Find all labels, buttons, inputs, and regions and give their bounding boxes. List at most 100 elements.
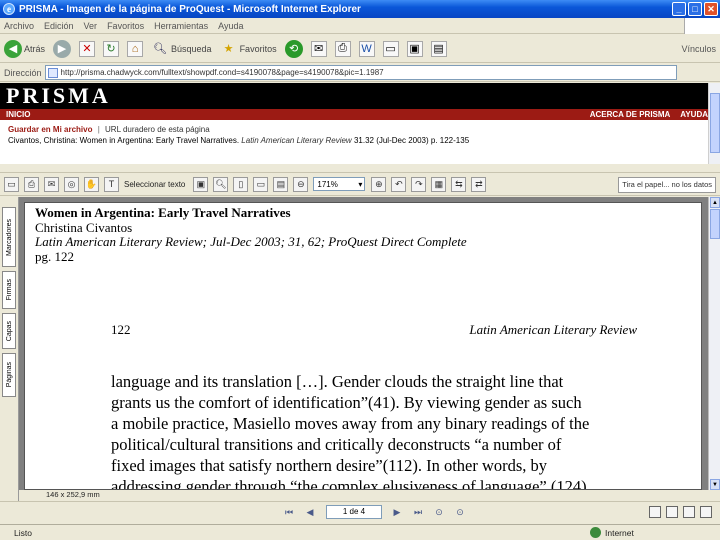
print-icon[interactable]: ⎙ (334, 40, 351, 57)
pdf-viewport[interactable]: Women in Argentina: Early Travel Narrati… (19, 197, 708, 490)
close-button[interactable]: ✕ (704, 2, 718, 16)
tab-signatures[interactable]: Firmas (2, 271, 16, 309)
first-page-icon[interactable]: ⏮ (282, 505, 296, 519)
browser-scrollbar[interactable] (708, 83, 720, 164)
nav-help-link[interactable]: AYUDA (680, 110, 708, 119)
scroll-down-icon[interactable]: ▼ (710, 479, 720, 490)
star-icon: ★ (223, 43, 234, 55)
page-navigation-bar: ⏮ ◀ 1 de 4 ▶ ⏭ ⊙ ⊙ (0, 501, 720, 523)
research-icon[interactable]: ▤ (430, 40, 447, 57)
find-pdf-icon[interactable]: ◎ (64, 176, 79, 192)
article-title: Women in Argentina: Early Travel Narrati… (35, 205, 291, 220)
tab-layers[interactable]: Capas (2, 313, 16, 349)
tab-pages[interactable]: Páginas (2, 353, 16, 397)
page-number-field[interactable]: 1 de 4 (326, 505, 382, 519)
messenger-icon[interactable]: ▣ (406, 40, 423, 57)
menu-ver[interactable]: Ver (84, 21, 98, 31)
zoom-in-icon[interactable]: 🔍︎ (213, 176, 229, 192)
body-line: addressing gender through “the complex e… (111, 477, 591, 490)
security-zone: Internet (590, 527, 634, 538)
pdf-scroll-thumb[interactable] (710, 209, 720, 239)
email-pdf-icon[interactable]: ✉ (44, 176, 59, 192)
address-bar: Dirección http://prisma.chadwyck.com/ful… (0, 64, 720, 82)
windows-flag-icon (684, 18, 720, 34)
single-page-icon[interactable] (649, 506, 661, 518)
previous-view-icon[interactable]: ⊙ (432, 505, 446, 519)
tab-bookmarks[interactable]: Marcadores (2, 207, 16, 267)
reflow-icon[interactable]: ⇆ (451, 176, 467, 192)
forward-button[interactable]: ▶ (53, 39, 72, 58)
scroll-up-icon[interactable]: ▲ (710, 197, 720, 208)
discuss-icon[interactable]: ▭ (382, 40, 399, 57)
eco-print-button[interactable]: Tira el papel... no los datos (618, 177, 716, 193)
hand-tool-icon[interactable]: ✋ (84, 176, 99, 192)
prisma-logo[interactable]: PRISMA (0, 83, 708, 109)
menu-favoritos[interactable]: Favoritos (107, 21, 144, 31)
browser-toolbar: ◀ Atrás ▶ ✕ ↻ ⌂ 🔍︎ Búsqueda ★ Favoritos … (0, 35, 720, 63)
continuous-facing-icon[interactable] (700, 506, 712, 518)
status-bar: Listo Internet (0, 524, 720, 540)
continuous-icon[interactable] (666, 506, 678, 518)
read-aloud-icon[interactable]: ⇄ (471, 176, 487, 192)
mail-icon[interactable]: ✉ (310, 40, 327, 57)
address-label: Dirección (4, 67, 42, 78)
links-label[interactable]: Vínculos (681, 44, 716, 54)
rotate-left-icon[interactable]: ↶ (391, 176, 407, 192)
nav-about-link[interactable]: ACERCA DE PRISMA (590, 110, 670, 119)
rotate-right-icon[interactable]: ↷ (411, 176, 427, 192)
window-title: PRISMA - Imagen de la página de ProQuest… (19, 3, 361, 15)
previous-page-icon[interactable]: ◀ (303, 505, 317, 519)
pdf-scrollbar[interactable]: ▲ ▼ (708, 197, 720, 490)
zoom-level-value: 171% (317, 179, 338, 189)
body-line: grants us the comfort of identification”… (111, 393, 582, 412)
citation-journal: Latin American Literary Review (241, 136, 352, 145)
durable-url-link[interactable]: URL duradero de esta página (105, 125, 210, 134)
zone-label: Internet (605, 527, 634, 538)
snapshot-icon[interactable]: ▣ (193, 176, 209, 192)
zoom-in-plus-icon[interactable]: ⊕ (371, 176, 387, 192)
next-page-icon[interactable]: ▶ (390, 505, 404, 519)
ie-logo-icon: e (3, 3, 15, 15)
fit-page-icon[interactable]: ▭ (253, 176, 269, 192)
minimize-button[interactable]: _ (672, 2, 686, 16)
stop-icon[interactable]: ✕ (79, 40, 96, 57)
page-layout-icon[interactable]: ▦ (431, 176, 447, 192)
browser-scroll-thumb[interactable] (710, 93, 720, 153)
citation-suffix: 31.32 (Jul-Dec 2003) p. 122-135 (353, 136, 470, 145)
citation-line: Civantos, Christina: Women in Argentina:… (8, 136, 700, 145)
side-tabs: Marcadores Firmas Capas Páginas (0, 197, 19, 502)
save-pdf-icon[interactable]: ▭ (4, 176, 19, 192)
menu-archivo[interactable]: Archivo (4, 21, 34, 31)
prisma-nav-bar: INICIO ACERCA DE PRISMA AYUDA (0, 109, 708, 120)
search-label: Búsqueda (171, 43, 212, 54)
actual-size-icon[interactable]: ▯ (233, 176, 249, 192)
edit-icon[interactable]: W (358, 40, 375, 57)
facing-icon[interactable] (683, 506, 695, 518)
print-pdf-icon[interactable]: ⎙ (24, 176, 39, 192)
text-select-icon[interactable]: T (104, 176, 119, 192)
zoom-out-icon[interactable]: ⊖ (293, 176, 309, 192)
nav-home-link[interactable]: INICIO (6, 110, 30, 119)
page-icon (47, 67, 58, 78)
last-page-icon[interactable]: ⏭ (411, 505, 425, 519)
next-view-icon[interactable]: ⊙ (453, 505, 467, 519)
citation-prefix: Civantos, Christina: Women in Argentina:… (8, 136, 240, 145)
menu-edicion[interactable]: Edición (44, 21, 74, 31)
menu-herramientas[interactable]: Herramientas (154, 21, 208, 31)
refresh-icon[interactable]: ↻ (103, 40, 120, 57)
back-button[interactable]: ◀ Atrás (4, 39, 45, 58)
search-button[interactable]: 🔍︎ Búsqueda (151, 40, 212, 58)
save-to-archive-link[interactable]: Guardar en Mi archivo (8, 125, 92, 134)
fit-width-icon[interactable]: ▤ (273, 176, 289, 192)
address-url: http://prisma.chadwyck.com/fulltext/show… (60, 68, 384, 77)
prisma-record-links: Guardar en Mi archivo | URL duradero de … (0, 120, 708, 164)
address-input[interactable]: http://prisma.chadwyck.com/fulltext/show… (44, 65, 677, 80)
maximize-button[interactable]: □ (688, 2, 702, 16)
zoom-level-field[interactable]: 171% ▾ (313, 177, 366, 191)
zoom-dropdown-icon[interactable]: ▾ (358, 180, 362, 189)
favorites-button[interactable]: ★ Favoritos (220, 40, 277, 58)
select-text-label[interactable]: Seleccionar texto (124, 180, 185, 189)
home-icon[interactable]: ⌂ (127, 40, 144, 57)
menu-ayuda[interactable]: Ayuda (218, 21, 243, 31)
history-icon[interactable]: ⟲ (284, 39, 303, 58)
